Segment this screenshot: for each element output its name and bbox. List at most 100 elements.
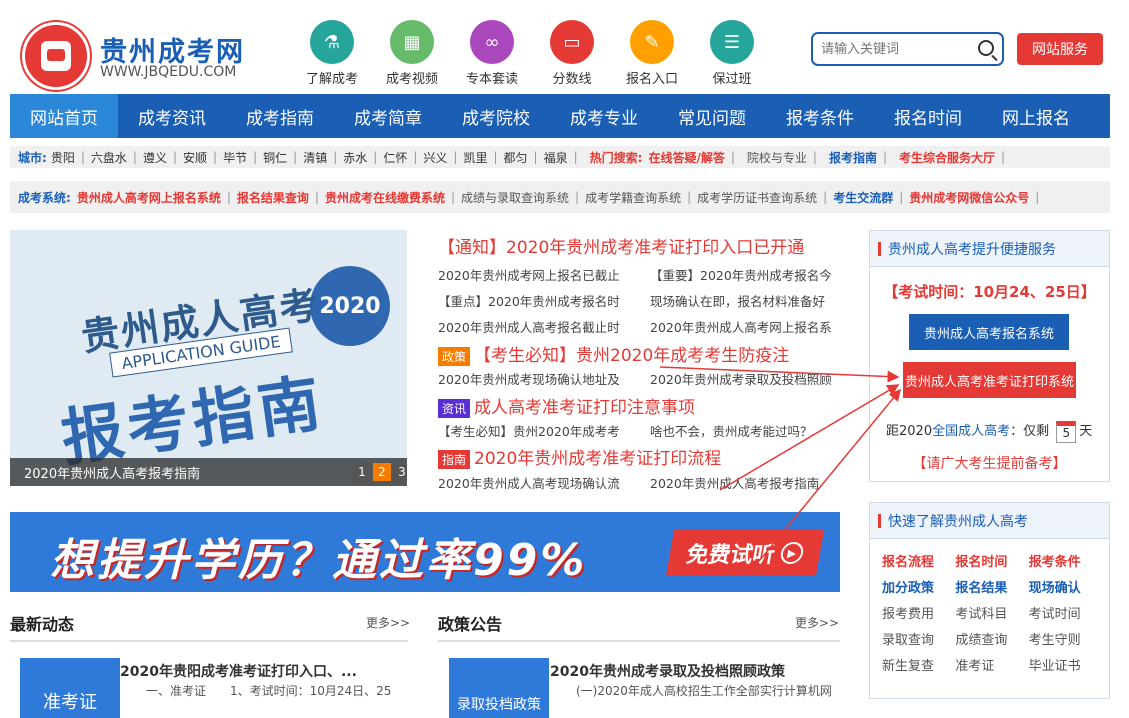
nav-item[interactable]: 网站首页: [10, 94, 118, 138]
system-link[interactable]: 贵州成考在线缴费系统: [325, 189, 445, 206]
city-link[interactable]: 六盘水: [91, 149, 127, 166]
city-link[interactable]: 安顺: [183, 149, 207, 166]
news-link[interactable]: 2020年贵州成人高考现场确认流: [438, 473, 620, 492]
quick-link-label: 报名入口: [625, 72, 678, 87]
quick-info-link[interactable]: 报考条件: [1029, 551, 1102, 570]
hot-search-label: 热门搜索:: [589, 150, 643, 165]
quick-info-link[interactable]: 成绩查询: [955, 629, 1028, 648]
quick-link-1[interactable]: ⚗ 了解成考: [301, 20, 363, 87]
city-link[interactable]: 贵阳: [51, 149, 75, 166]
slider-page-3[interactable]: 3: [393, 463, 407, 481]
system-link[interactable]: 贵州成考网微信公众号: [909, 189, 1029, 206]
quick-info-link[interactable]: 录取查询: [882, 629, 955, 648]
nav-item[interactable]: 常见问题: [658, 94, 766, 138]
quick-link-4[interactable]: ▭ 分数线: [541, 20, 603, 87]
quick-link-2[interactable]: ▦ 成考视频: [381, 20, 443, 87]
headline-2[interactable]: 政策 【考生必知】贵州2020年成考考生防疫注: [438, 341, 789, 366]
news-link[interactable]: 2020年贵州成考录取及投档照顾: [650, 369, 832, 388]
quick-link-6[interactable]: ☰ 保过班: [701, 20, 763, 87]
quick-info-link[interactable]: 报名时间: [955, 551, 1028, 570]
quick-info-link[interactable]: 报考费用: [882, 603, 955, 622]
countdown-link[interactable]: 全国成人高考: [932, 424, 1010, 439]
city-link[interactable]: 都匀: [504, 149, 528, 166]
system-link[interactable]: 成绩与录取查询系统: [461, 189, 569, 206]
hot-search-link[interactable]: 在线答疑/解答: [648, 149, 724, 166]
headline-3[interactable]: 资讯 成人高考准考证打印注意事项: [438, 393, 695, 418]
admission-ticket-print-button[interactable]: 贵州成人高考准考证打印系统: [903, 362, 1076, 398]
quick-info-link[interactable]: 现场确认: [1029, 577, 1102, 596]
headline-4[interactable]: 指南 2020年贵州成考准考证打印流程: [438, 444, 721, 469]
city-link[interactable]: 凯里: [463, 149, 487, 166]
quick-info-link[interactable]: 报名流程: [882, 551, 955, 570]
featured-slider[interactable]: 2020 贵州成人高考 APPLICATION GUIDE 报考指南 2020年…: [10, 230, 407, 486]
city-link[interactable]: 毕节: [223, 149, 247, 166]
quick-info-link[interactable]: 考试科目: [955, 603, 1028, 622]
nav-item[interactable]: 报名时间: [874, 94, 982, 138]
hot-search-link[interactable]: 报考指南: [829, 149, 877, 166]
tag-guide: 指南: [438, 449, 471, 469]
free-trial-button[interactable]: 免费试听 ▶: [665, 530, 825, 576]
hot-search-link[interactable]: 院校与专业: [747, 149, 807, 166]
city-link[interactable]: 铜仁: [263, 149, 287, 166]
quick-link-label: 保过班: [712, 72, 752, 87]
quick-info-link[interactable]: 准考证: [955, 655, 1028, 674]
clipboard-icon: ☰: [710, 20, 754, 64]
latest-thumb[interactable]: 准考证: [20, 658, 120, 718]
city-link[interactable]: 清镇: [303, 149, 327, 166]
city-link[interactable]: 遵义: [143, 149, 167, 166]
system-link[interactable]: 成考学籍查询系统: [585, 189, 681, 206]
site-service-button[interactable]: 网站服务: [1017, 33, 1103, 65]
news-link[interactable]: 2020年贵州成人高考报名截止时: [438, 317, 620, 336]
news-link[interactable]: 啥也不会，贵州成考能过吗？: [650, 421, 813, 440]
news-link[interactable]: 2020年贵州成考现场确认地址及: [438, 369, 620, 388]
quick-info-link[interactable]: 毕业证书: [1029, 655, 1102, 674]
site-logo[interactable]: [22, 22, 90, 90]
city-link[interactable]: 福泉: [544, 149, 568, 166]
slider-caption[interactable]: 2020年贵州成人高考报考指南: [10, 458, 407, 486]
search-icon[interactable]: [978, 40, 994, 56]
latest-item-title[interactable]: 2020年贵阳成考准考证打印入口、...: [120, 661, 357, 681]
nav-item[interactable]: 网上报名: [982, 94, 1090, 138]
registration-system-button[interactable]: 贵州成人高考报名系统: [909, 314, 1069, 350]
separator: |: [132, 150, 137, 164]
news-link[interactable]: 2020年贵州成人高考报考指南: [650, 473, 819, 492]
slider-page-2[interactable]: 2: [373, 463, 391, 481]
quick-link-3[interactable]: ∞ 专本套读: [461, 20, 523, 87]
nav-item[interactable]: 报考条件: [766, 94, 874, 138]
nav-item[interactable]: 成考指南: [226, 94, 334, 138]
search-box[interactable]: [811, 32, 1004, 66]
headline-1[interactable]: 【通知】2020年贵州成考准考证打印入口已开通: [438, 233, 804, 258]
news-link[interactable]: 2020年贵州成人高考网上报名系: [650, 317, 832, 336]
nav-item[interactable]: 成考简章: [334, 94, 442, 138]
quick-info-link[interactable]: 考生守则: [1029, 629, 1102, 648]
news-link[interactable]: 2020年贵州成考网上报名已截止: [438, 265, 620, 284]
news-link[interactable]: 现场确认在即，报名材料准备好: [650, 291, 825, 310]
latest-more-link[interactable]: 更多>>: [366, 614, 410, 631]
system-link[interactable]: 贵州成人高考网上报名系统: [77, 189, 221, 206]
nav-item[interactable]: 成考院校: [442, 94, 550, 138]
nav-item[interactable]: 成考资讯: [118, 94, 226, 138]
search-input[interactable]: [821, 35, 971, 63]
slider-page-1[interactable]: 1: [353, 463, 371, 481]
quick-info-link[interactable]: 加分政策: [882, 577, 955, 596]
promo-banner[interactable]: 想提升学历？通过率99% 免费试听 ▶: [10, 512, 840, 592]
quick-info-link[interactable]: 报名结果: [955, 577, 1028, 596]
quick-link-5[interactable]: ✎ 报名入口: [621, 20, 683, 87]
policy-item-title[interactable]: 2020年贵州成考录取及投档照顾政策: [550, 661, 785, 681]
system-link[interactable]: 成考学历证书查询系统: [697, 189, 817, 206]
news-link[interactable]: 【重要】2020年贵州成考报名今: [650, 265, 832, 284]
nav-item[interactable]: 成考专业: [550, 94, 658, 138]
city-link[interactable]: 兴义: [423, 149, 447, 166]
policy-more-link[interactable]: 更多>>: [795, 614, 839, 631]
separator: |: [413, 150, 418, 164]
quick-info-link[interactable]: 考试时间: [1029, 603, 1102, 622]
system-link[interactable]: 报名结果查询: [237, 189, 309, 206]
news-link[interactable]: 【考生必知】贵州2020年成考考: [438, 421, 620, 440]
news-link[interactable]: 【重点】2020年贵州成考报名时: [438, 291, 620, 310]
system-link[interactable]: 考生交流群: [833, 189, 893, 206]
hot-search-link[interactable]: 考生综合服务大厅: [899, 149, 995, 166]
policy-thumb[interactable]: 录取投档政策: [449, 658, 549, 718]
quick-info-link[interactable]: 新生复查: [882, 655, 955, 674]
city-link[interactable]: 赤水: [343, 149, 367, 166]
city-link[interactable]: 仁怀: [383, 149, 407, 166]
